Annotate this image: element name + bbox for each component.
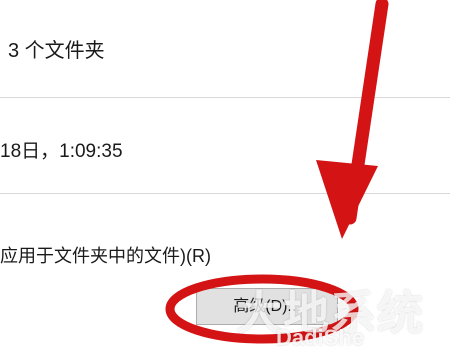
apply-to-folder-files-label: 应用于文件夹中的文件)(R) (0, 246, 211, 266)
red-arrowhead-icon (316, 160, 378, 239)
divider (0, 97, 450, 98)
red-arrow-icon (343, 0, 389, 225)
contains-value: 3 个文件夹 (8, 40, 105, 62)
created-value: 18日，1:09:35 (0, 141, 123, 162)
divider (0, 193, 450, 194)
watermark-subtext: DadiShe (276, 325, 365, 350)
